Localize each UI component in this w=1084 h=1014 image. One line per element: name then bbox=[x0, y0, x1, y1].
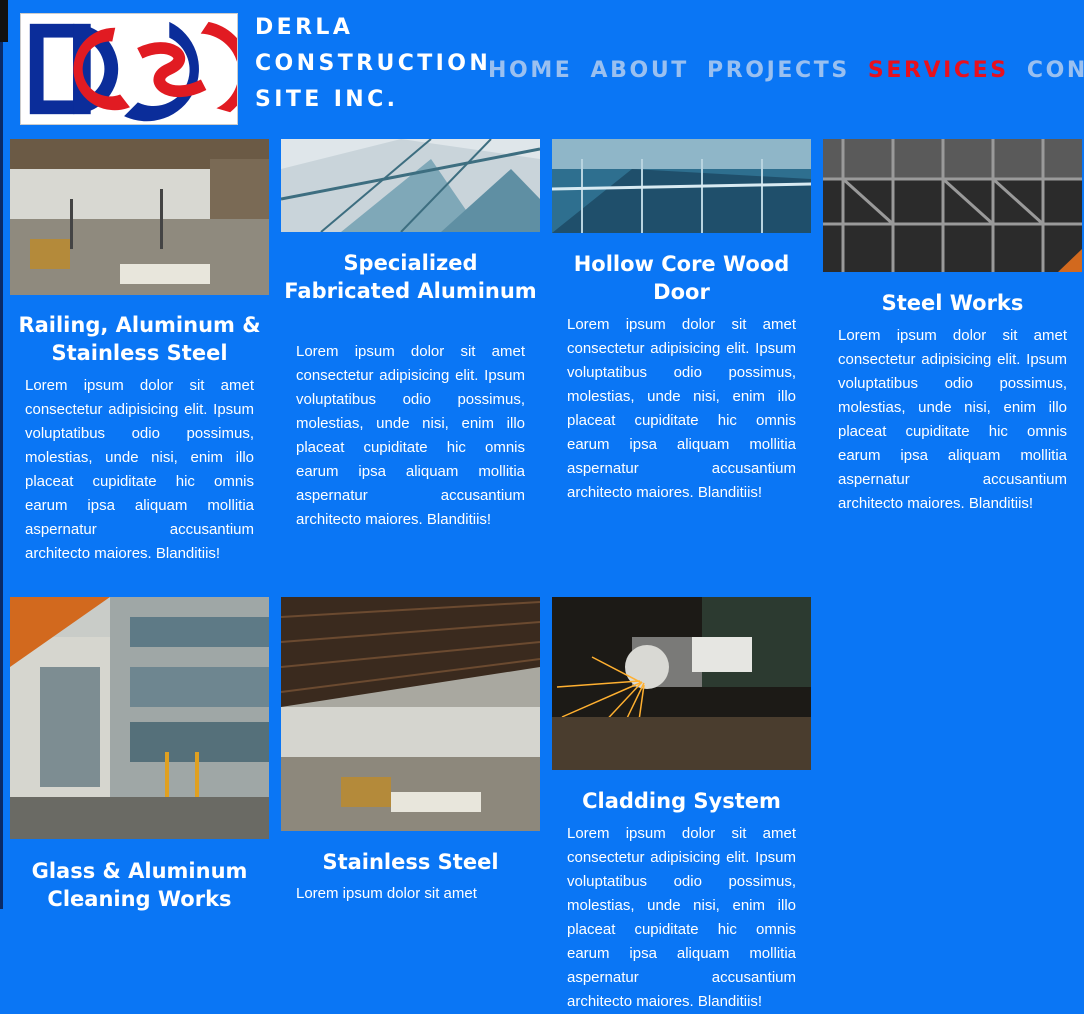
nav-projects[interactable]: PROJECTS bbox=[707, 54, 850, 88]
company-name-line2: CONSTRUCTION bbox=[255, 51, 492, 76]
service-description: Lorem ipsum dolor sit amet consectetur a… bbox=[838, 327, 1067, 512]
service-title: Hollow Core Wood Door bbox=[573, 252, 790, 304]
service-description: Lorem ipsum dolor sit amet consectetur a… bbox=[567, 316, 796, 501]
service-title: Railing, Aluminum & Stainless Steel bbox=[18, 313, 261, 365]
building-facade-photo-icon[interactable] bbox=[10, 597, 269, 839]
service-card-glass-cleaning: Glass & Aluminum Cleaning Works bbox=[10, 597, 269, 911]
company-name: DERLA CONSTRUCTION SITE INC. bbox=[255, 10, 492, 118]
company-name-line3: SITE INC. bbox=[255, 87, 399, 112]
glass-railing-photo-icon[interactable] bbox=[552, 139, 811, 233]
dcsi-logo-icon bbox=[29, 21, 237, 122]
service-description: Lorem ipsum dolor sit amet bbox=[296, 885, 477, 902]
logo[interactable] bbox=[20, 13, 238, 125]
service-description: Lorem ipsum dolor sit amet consectetur a… bbox=[296, 343, 525, 528]
glass-roof-photo-icon[interactable] bbox=[281, 139, 540, 232]
grinder-sparks-photo-icon[interactable] bbox=[552, 597, 811, 770]
company-name-line1: DERLA bbox=[255, 15, 354, 40]
service-card-railing: Railing, Aluminum & Stainless Steel Lore… bbox=[10, 139, 269, 599]
service-description: Lorem ipsum dolor sit amet consectetur a… bbox=[25, 377, 254, 562]
service-title: Glass & Aluminum Cleaning Works bbox=[31, 859, 248, 911]
service-card-stainless-steel: Stainless Steel Lorem ipsum dolor sit am… bbox=[281, 597, 540, 909]
nav-home[interactable]: HOME bbox=[488, 54, 572, 88]
service-title: Specialized Fabricated Aluminum bbox=[284, 251, 537, 303]
nav-contact[interactable]: CONT bbox=[1027, 54, 1084, 88]
service-card-specialized-aluminum: Specialized Fabricated Aluminum Lorem ip… bbox=[281, 139, 540, 599]
ceiling-interior-photo-icon[interactable] bbox=[281, 597, 540, 831]
service-title: Cladding System bbox=[582, 789, 781, 813]
building-interior-photo-icon[interactable] bbox=[10, 139, 269, 295]
site-header: DERLA CONSTRUCTION SITE INC. HOME ABOUT … bbox=[0, 0, 1084, 137]
service-title: Steel Works bbox=[881, 291, 1024, 315]
service-card-cladding: Cladding System Lorem ipsum dolor sit am… bbox=[552, 597, 811, 1010]
service-card-steel-works: Steel Works Lorem ipsum dolor sit amet c… bbox=[823, 139, 1082, 599]
nav-about[interactable]: ABOUT bbox=[591, 54, 689, 88]
nav-services[interactable]: SERVICES bbox=[868, 54, 1009, 88]
service-description: Lorem ipsum dolor sit amet consectetur a… bbox=[567, 825, 796, 1010]
service-card-hollow-core-door: Hollow Core Wood Door Lorem ipsum dolor … bbox=[552, 139, 811, 599]
steel-frame-photo-icon[interactable] bbox=[823, 139, 1082, 272]
main-nav: HOME ABOUT PROJECTS SERVICES CONT bbox=[488, 54, 1084, 88]
service-title: Stainless Steel bbox=[322, 850, 499, 874]
